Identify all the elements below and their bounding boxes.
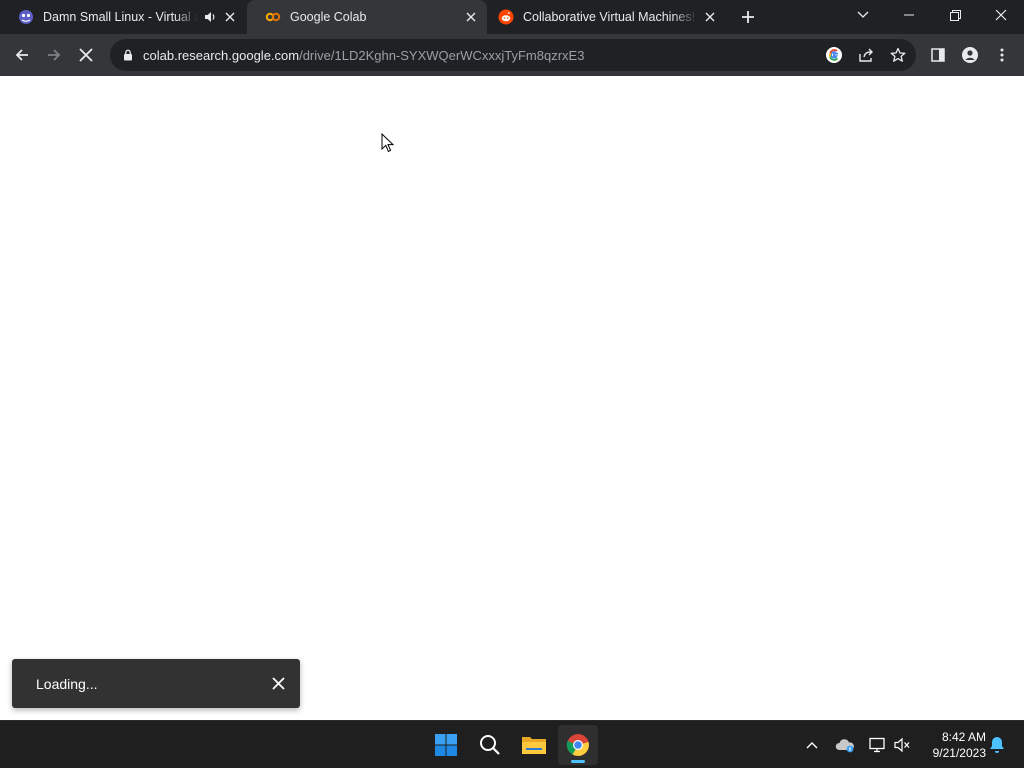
lock-icon[interactable] [121,48,135,62]
notification-bell-icon[interactable] [985,733,1009,757]
reddit-favicon-icon [498,9,514,25]
arrow-right-icon [48,49,61,61]
tab-title: Google Colab [290,10,367,24]
chrome-icon [566,734,589,756]
restore-icon [949,9,961,21]
profile-button[interactable] [956,41,984,69]
share-icon[interactable] [856,45,876,65]
url-text: colab.research.google.com/drive/1LD2Kghn… [143,48,584,63]
speaker-icon[interactable] [202,9,218,25]
side-panel-button[interactable] [924,41,952,69]
page-content [0,76,1024,720]
taskbar-search-button[interactable] [470,725,510,765]
tab-google-colab[interactable]: Google Colab [247,0,487,34]
start-button[interactable] [426,725,466,765]
url-host: colab.research.google.com [143,47,300,63]
file-explorer-button[interactable] [514,725,554,765]
dsl-favicon-icon [18,9,34,25]
minimize-button[interactable] [886,0,932,30]
back-button[interactable] [8,41,36,69]
plus-icon [742,11,754,23]
chevron-down-icon [857,11,869,18]
tab-damn-small-linux[interactable]: Damn Small Linux - Virtual x86 [0,0,246,34]
chrome-taskbar-button[interactable] [558,725,598,765]
forward-button[interactable] [40,41,68,69]
close-window-button[interactable] [978,0,1024,30]
dismiss-snackbar-icon[interactable] [266,672,290,696]
tab-title: Collaborative Virtual Machines! [523,10,696,24]
close-tab-icon[interactable] [463,9,479,25]
tab-strip: Damn Small Linux - Virtual x86 Google Co… [0,0,1024,34]
folder-icon [522,737,546,754]
stop-x-icon [79,48,93,62]
chevron-up-icon [806,742,818,749]
new-tab-button[interactable] [736,5,760,29]
colab-favicon-icon [265,9,281,25]
onedrive-icon[interactable] [833,733,857,757]
taskbar: 8:42 AM 9/21/2023 [0,720,1024,768]
tab-title: Damn Small Linux - Virtual x86 [43,10,198,24]
close-tab-icon[interactable] [222,9,238,25]
windows-logo-icon [435,734,457,756]
close-icon [995,9,1007,21]
tab-search-button[interactable] [840,0,886,30]
loading-snackbar: Loading... [12,659,300,708]
tab-collaborative-vms[interactable]: Collaborative Virtual Machines! [480,0,726,34]
system-clock[interactable]: 8:42 AM 9/21/2023 [920,729,986,761]
close-tab-icon[interactable] [702,9,718,25]
browser-toolbar: colab.research.google.com/drive/1LD2Kghn… [0,34,1024,76]
address-bar[interactable]: colab.research.google.com/drive/1LD2Kghn… [110,39,916,71]
clock-date: 9/21/2023 [932,746,986,760]
snackbar-message: Loading... [36,675,98,692]
arrow-left-icon [15,49,28,61]
bookmark-star-icon[interactable] [888,45,908,65]
person-icon [962,47,978,63]
side-panel-icon [931,48,945,62]
stop-loading-button[interactable] [72,41,100,69]
active-app-indicator [571,760,585,763]
search-icon [480,735,500,755]
minimize-icon [904,14,914,16]
google-lens-icon[interactable] [824,45,844,65]
show-hidden-icons-button[interactable] [800,733,824,757]
kebab-menu-icon [1000,48,1004,62]
volume-muted-icon[interactable] [890,733,914,757]
clock-time: 8:42 AM [941,730,986,744]
restore-button[interactable] [932,0,978,30]
url-path: /drive/1LD2Kghn-SYXWQerWCxxxjTyFm8qzrxE3 [299,47,585,63]
mouse-cursor-icon [381,132,395,158]
network-icon[interactable] [865,733,889,757]
menu-button[interactable] [988,41,1016,69]
